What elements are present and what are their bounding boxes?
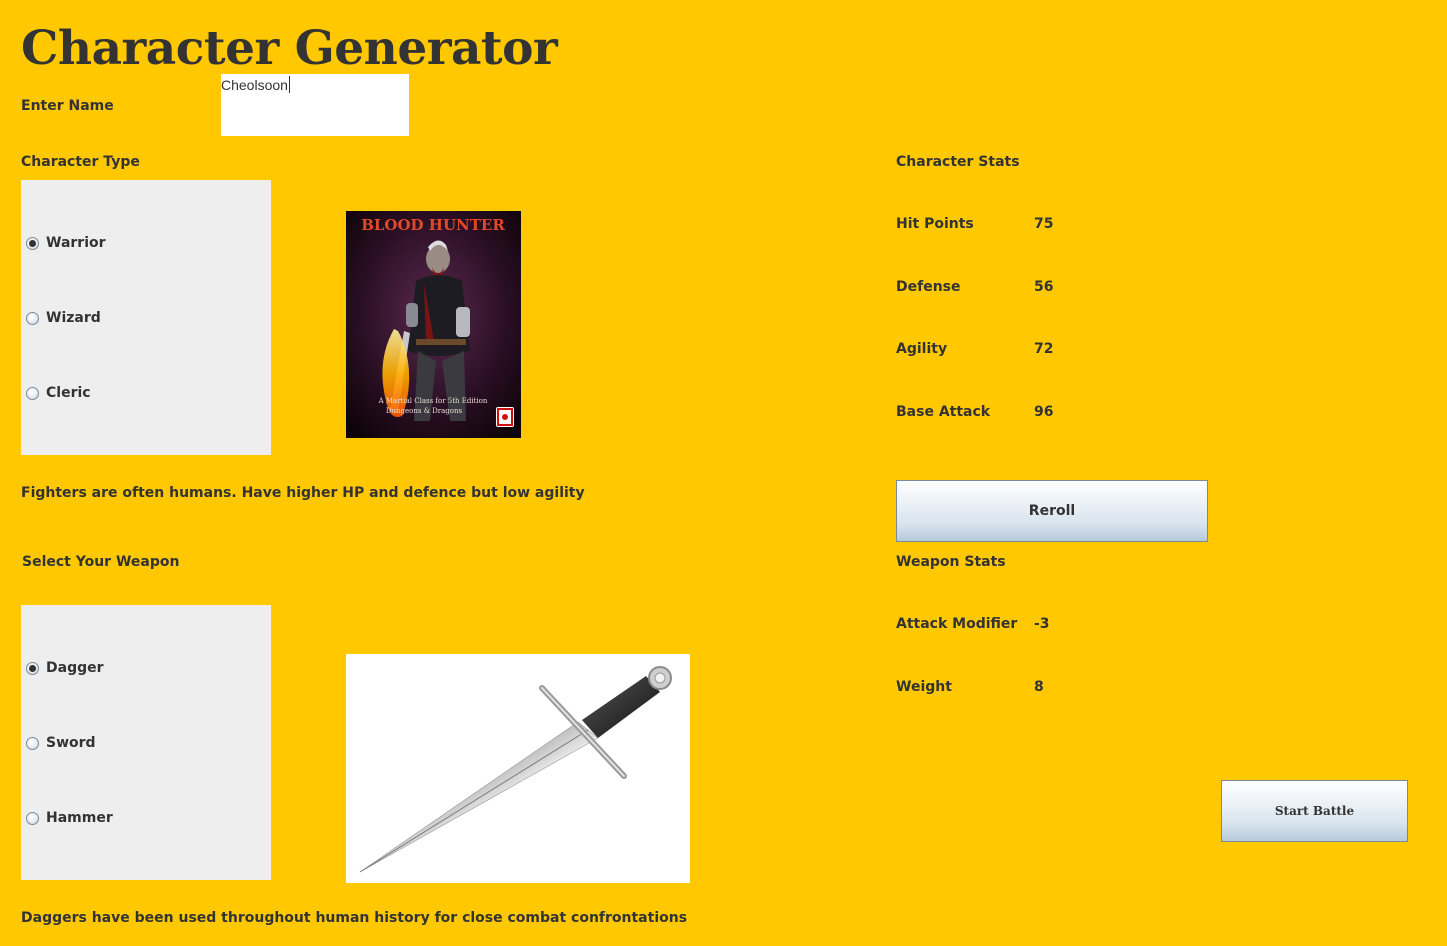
radio-sword-label: Sword [46, 735, 96, 751]
weapon-stat-label-weight: Weight [896, 679, 952, 695]
stat-label-base-attack: Base Attack [896, 404, 991, 420]
name-value-text: Cheolsoon [221, 76, 290, 93]
start-battle-button[interactable]: Start Battle [1221, 780, 1408, 842]
page-title: Character Generator [21, 21, 558, 76]
radio-button-checked-icon[interactable] [26, 661, 39, 675]
weapon-heading: Select Your Weapon [22, 554, 180, 570]
stat-label-defense: Defense [896, 279, 961, 295]
stat-label-agility: Agility [896, 341, 948, 357]
stat-value-agility: 72 [1034, 341, 1054, 357]
radio-cleric[interactable]: Cleric [26, 383, 91, 403]
radio-hammer-label: Hammer [46, 810, 113, 826]
reroll-button[interactable]: Reroll [896, 480, 1208, 542]
weapon-description: Daggers have been used throughout human … [21, 910, 688, 926]
radio-cleric-label: Cleric [46, 385, 91, 401]
weapon-stat-label-attack-modifier: Attack Modifier [896, 616, 1018, 632]
radio-button-icon[interactable] [26, 736, 39, 750]
character-description: Fighters are often humans. Have higher H… [21, 485, 585, 501]
text-caret [288, 76, 290, 93]
character-type-heading: Character Type [21, 154, 140, 170]
stat-value-base-attack: 96 [1034, 404, 1054, 420]
radio-sword[interactable]: Sword [26, 733, 96, 753]
radio-dagger[interactable]: Dagger [26, 658, 104, 678]
name-label: Enter Name [21, 98, 114, 114]
radio-button-icon[interactable] [26, 311, 39, 325]
character-type-panel: Warrior Wizard Cleric [21, 180, 271, 455]
weapon-stat-value-weight: 8 [1034, 679, 1044, 695]
radio-button-icon[interactable] [26, 386, 39, 400]
weapon-panel: Dagger Sword Hammer [21, 605, 271, 880]
stat-value-defense: 56 [1034, 279, 1054, 295]
image-title-text: BLOOD HUNTER [361, 216, 505, 234]
character-image: BLOOD HUNTER A Martial Class for 5th Edi… [346, 211, 521, 438]
character-stats-heading: Character Stats [896, 154, 1020, 170]
image-subtitle-line1: A Martial Class for 5th Edition [378, 397, 488, 405]
name-input[interactable]: Cheolsoon [221, 74, 409, 136]
stat-label-hit-points: Hit Points [896, 216, 974, 232]
image-subtitle-line2: Dungeons & Dragons [386, 407, 463, 415]
radio-button-checked-icon[interactable] [26, 236, 39, 250]
radio-dagger-label: Dagger [46, 660, 104, 676]
dagger-icon [346, 654, 690, 883]
radio-wizard[interactable]: Wizard [26, 308, 101, 328]
weapon-image [346, 654, 690, 883]
radio-warrior-label: Warrior [46, 235, 106, 251]
weapon-stats-heading: Weapon Stats [896, 554, 1006, 570]
radio-hammer[interactable]: Hammer [26, 808, 113, 828]
stat-value-hit-points: 75 [1034, 216, 1054, 232]
radio-wizard-label: Wizard [46, 310, 101, 326]
weapon-stat-value-attack-modifier: -3 [1034, 616, 1050, 632]
radio-button-icon[interactable] [26, 811, 39, 825]
radio-warrior[interactable]: Warrior [26, 233, 106, 253]
